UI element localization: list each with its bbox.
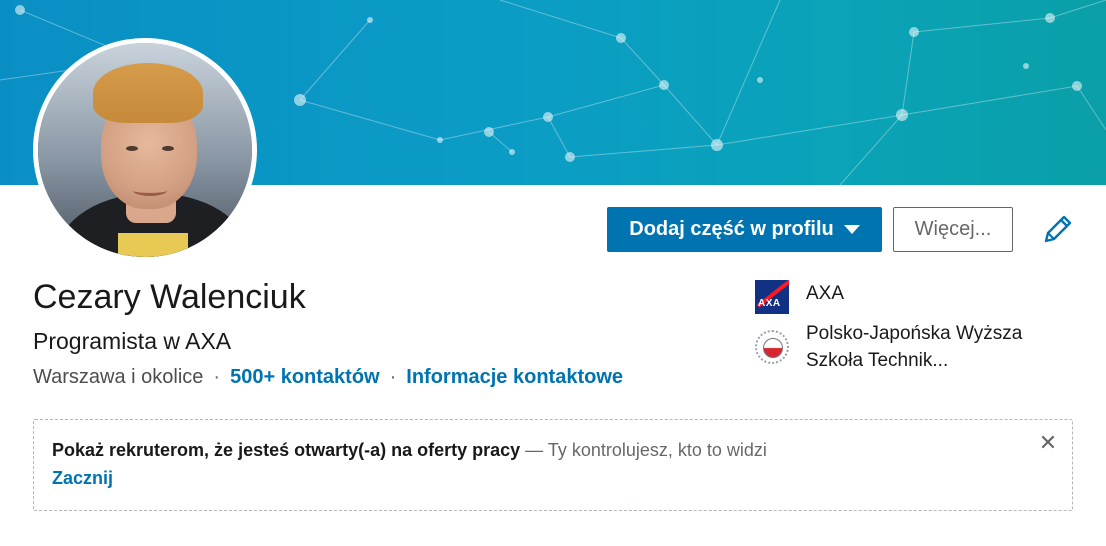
profile-location: Warszawa i okolice [33, 366, 204, 388]
connections-link[interactable]: 500+ kontaktów [230, 366, 380, 389]
school-label: Polsko-Japońska Wyższa Szkoła Technik... [806, 320, 1022, 374]
open-to-work-promo: Pokaż rekruterom, że jesteś otwarty(-a) … [33, 419, 1073, 511]
separator-dot: · [213, 366, 221, 388]
school-label-line2: Szkoła Technik... [806, 350, 949, 371]
sidebar-item-school[interactable]: Polsko-Japońska Wyższa Szkoła Technik... [755, 320, 1022, 374]
add-profile-section-label: Dodaj część w profilu [629, 218, 834, 240]
profile-headline: Programista w AXA [33, 328, 232, 354]
school-logo-icon [755, 330, 789, 364]
profile-avatar[interactable] [33, 38, 257, 262]
add-profile-section-button[interactable]: Dodaj część w profilu [607, 207, 882, 252]
promo-start-link[interactable]: Zacznij [52, 468, 113, 489]
close-icon[interactable]: ✕ [1038, 432, 1058, 454]
avatar-photo[interactable] [38, 43, 252, 257]
caret-down-icon [843, 225, 860, 234]
promo-text: Pokaż rekruterom, że jesteś otwarty(-a) … [52, 440, 767, 461]
contact-info-link[interactable]: Informacje kontaktowe [406, 366, 623, 389]
profile-meta-row: Warszawa i okolice · 500+ kontaktów · In… [33, 366, 623, 389]
separator-dot: · [389, 366, 397, 388]
school-label-line1: Polsko-Japońska Wyższa [806, 323, 1023, 344]
more-button[interactable]: Więcej... [893, 207, 1013, 252]
sidebar-item-company[interactable]: AXA AXA [755, 280, 844, 314]
promo-rest-text: — Ty kontrolujesz, kto to widzi [520, 440, 767, 460]
profile-name: Cezary Walenciuk [33, 278, 306, 316]
promo-strong-text: Pokaż rekruterom, że jesteś otwarty(-a) … [52, 440, 521, 460]
axa-logo-icon: AXA [755, 280, 789, 314]
company-label: AXA [806, 283, 845, 304]
pencil-icon[interactable] [1040, 213, 1072, 247]
